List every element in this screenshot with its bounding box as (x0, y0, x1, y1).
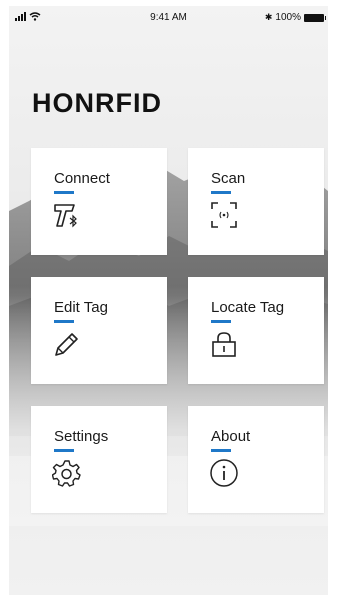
app-logo-text: HONRFID (32, 88, 162, 118)
tile-accent-bar (54, 191, 74, 194)
gear-icon (52, 458, 82, 488)
lock-icon (209, 329, 239, 359)
connect-tile[interactable]: Connect (31, 148, 167, 255)
locate-tag-tile[interactable]: Locate Tag (188, 277, 324, 384)
battery-icon (304, 13, 326, 22)
status-bar: 9:41 AM ✱ 100% (9, 6, 328, 28)
app-screen: 9:41 AM ✱ 100% HONRFID Connect Scan Edit… (9, 6, 328, 595)
scan-tile[interactable]: Scan (188, 148, 324, 255)
tile-label: Locate Tag (211, 299, 285, 316)
settings-tile[interactable]: Settings (31, 406, 167, 513)
battery-indicator: ✱ 100% (264, 12, 326, 23)
tile-accent-bar (54, 449, 74, 452)
info-icon (209, 458, 239, 488)
about-tile[interactable]: About (188, 406, 324, 513)
pencil-icon (52, 329, 82, 359)
tile-accent-bar (211, 449, 231, 452)
edit-tag-tile[interactable]: Edit Tag (31, 277, 167, 384)
bluetooth-icon: ✱ (264, 12, 273, 22)
tile-label: About (211, 428, 251, 445)
scan-frame-icon (209, 200, 239, 230)
tile-accent-bar (54, 320, 74, 323)
tile-label: Edit Tag (54, 299, 108, 316)
tile-label: Connect (54, 170, 110, 187)
scanner-bluetooth-icon (52, 200, 82, 230)
tile-label: Settings (54, 428, 109, 445)
battery-percent: 100% (275, 12, 301, 23)
tile-accent-bar (211, 191, 231, 194)
tile-accent-bar (211, 320, 231, 323)
tile-label: Scan (211, 170, 246, 187)
